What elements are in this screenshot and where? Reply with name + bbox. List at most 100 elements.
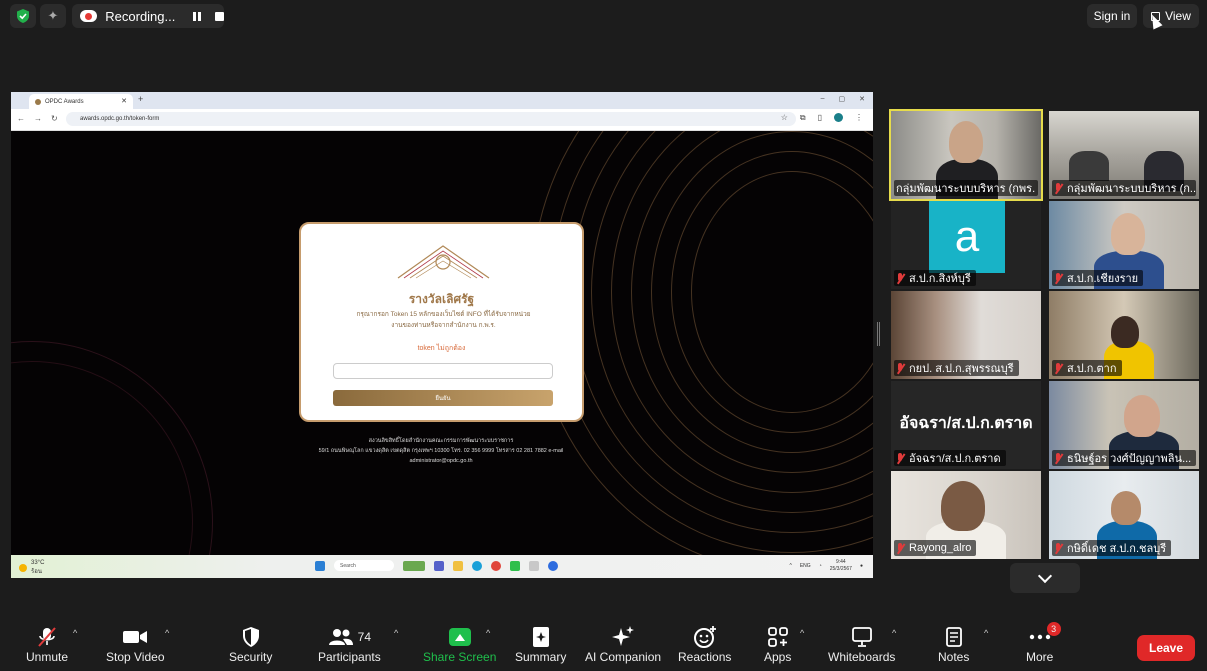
forward-icon[interactable]: → xyxy=(34,114,42,123)
stop-video-button[interactable]: Stop Video xyxy=(106,624,165,664)
browser-toolbar: ← → ↻ awards.opdc.go.th/token-form ☆ ⧉ ▯… xyxy=(11,109,873,131)
wifi-icon[interactable]: ◔ xyxy=(819,563,822,569)
minimize-icon[interactable]: – xyxy=(821,95,825,103)
participant-tile[interactable]: กลุ่มพัฒนาระบบบริหาร (กพร. ... xyxy=(889,109,1043,201)
summary-label: Summary xyxy=(515,650,567,664)
close-tab-icon[interactable]: ✕ xyxy=(121,97,127,105)
address-bar[interactable]: awards.opdc.go.th/token-form xyxy=(66,112,796,126)
gallery-expand-button[interactable] xyxy=(1010,563,1080,593)
reload-icon[interactable]: ↻ xyxy=(51,114,58,123)
tray-lang[interactable]: ENG xyxy=(800,563,811,569)
notes-button[interactable]: Notes xyxy=(938,624,969,664)
summary-button[interactable]: Summary xyxy=(515,624,566,664)
meeting-controls: Unmute ^ Stop Video ^ Security 74 Partic… xyxy=(0,618,1207,671)
tab-title: OPDC Awards xyxy=(45,98,84,105)
audio-options-caret-icon[interactable]: ^ xyxy=(73,628,77,638)
muted-mic-icon xyxy=(896,542,904,554)
menu-icon[interactable]: ⋮ xyxy=(855,113,863,123)
start-icon[interactable] xyxy=(315,560,325,571)
leave-button[interactable]: Leave xyxy=(1137,635,1195,661)
favicon-icon xyxy=(35,98,41,105)
taskbar-search[interactable]: Search xyxy=(334,560,394,571)
unmute-button[interactable]: Unmute xyxy=(26,624,68,664)
zoom-icon[interactable] xyxy=(548,560,558,571)
participant-name: Rayong_alro xyxy=(894,540,977,556)
participants-count: 74 xyxy=(357,630,372,644)
chrome-icon[interactable] xyxy=(491,560,501,571)
maximize-icon[interactable]: ▢ xyxy=(839,95,846,103)
stop-recording-icon[interactable] xyxy=(215,11,224,21)
participant-tile[interactable]: ส.ป.ก.เชียงราย xyxy=(1049,201,1199,289)
participant-tile[interactable]: a ส.ป.ก.สิงห์บุรี xyxy=(891,201,1041,289)
apps-button[interactable]: Apps xyxy=(764,624,791,664)
new-tab-icon[interactable]: + xyxy=(138,94,143,104)
whiteboards-button[interactable]: Whiteboards xyxy=(828,624,895,664)
browser-tab-strip: OPDC Awards ✕ + – ▢ ✕ xyxy=(11,92,873,109)
footer-email: administrator@opdc.go.th xyxy=(409,458,473,464)
card-title: รางวัลเลิศรัฐ xyxy=(408,292,475,306)
muted-mic-icon xyxy=(1054,182,1062,194)
system-tray: ^ ENG ◔ 9:44 25/3/2567 ● xyxy=(789,559,863,573)
participant-avatar: a xyxy=(929,201,1005,273)
participants-label: Participants xyxy=(318,650,381,664)
tray-clock[interactable]: 9:44 25/3/2567 xyxy=(830,559,852,573)
sidepanel-icon[interactable]: ▯ xyxy=(818,113,822,123)
participant-tile[interactable]: กษิดิ์เดช ส.ป.ก.ชลบุรี xyxy=(1049,471,1199,559)
participant-tile[interactable]: กลุ่มพัฒนาระบบบริหาร (ก... xyxy=(1049,111,1199,199)
app-icon[interactable] xyxy=(529,560,539,571)
unmute-label: Unmute xyxy=(26,650,69,664)
video-options-caret-icon[interactable]: ^ xyxy=(165,628,169,638)
window-controls: – ▢ ✕ xyxy=(821,95,865,103)
stop-video-label: Stop Video xyxy=(106,650,165,664)
recording-indicator: Recording... xyxy=(72,4,224,28)
teams-icon[interactable] xyxy=(434,560,444,571)
security-button[interactable]: Security xyxy=(229,624,272,664)
extensions-icon[interactable]: ⧉ xyxy=(800,113,806,123)
tray-chevron-icon[interactable]: ^ xyxy=(789,563,791,569)
sign-in-button[interactable]: Sign in xyxy=(1087,4,1137,28)
participant-name: กลุ่มพัฒนาระบบบริหาร (กพร. ... xyxy=(894,180,1038,196)
browser-tab[interactable]: OPDC Awards ✕ xyxy=(29,94,133,109)
ai-companion-button[interactable]: AI Companion xyxy=(585,624,661,664)
participants-options-caret-icon[interactable]: ^ xyxy=(394,628,398,638)
participant-tile[interactable]: กยป. ส.ป.ก.สุพรรณบุรี xyxy=(891,291,1041,379)
token-input[interactable] xyxy=(333,363,553,379)
encryption-shield-icon[interactable] xyxy=(10,4,36,28)
widgets-icon[interactable] xyxy=(403,560,425,571)
panel-splitter[interactable] xyxy=(877,322,880,346)
apps-options-caret-icon[interactable]: ^ xyxy=(800,628,804,638)
participant-tile[interactable]: ส.ป.ก.ตาก xyxy=(1049,291,1199,379)
apps-label: Apps xyxy=(764,650,792,664)
participant-display-name: อัจฉรา/ส.ป.ก.ตราด xyxy=(899,415,1033,432)
more-button[interactable]: 3 More xyxy=(1026,622,1061,664)
participant-name: กลุ่มพัฒนาระบบบริหาร (ก... xyxy=(1052,180,1196,196)
participant-tile[interactable]: ธนิษฐ์อร วงศ์ปัญญาพลิน... xyxy=(1049,381,1199,469)
participants-icon: 74 xyxy=(328,624,371,650)
share-options-caret-icon[interactable]: ^ xyxy=(486,628,490,638)
muted-mic-icon xyxy=(896,362,904,374)
card-description-line: กรุณากรอก Token 15 หลักของเว็บไซต์ INFO … xyxy=(356,311,531,318)
whiteboards-options-caret-icon[interactable]: ^ xyxy=(892,628,896,638)
muted-mic-icon xyxy=(896,272,904,284)
bookmark-star-icon[interactable]: ☆ xyxy=(781,113,788,123)
close-window-icon[interactable]: ✕ xyxy=(859,95,865,103)
file-explorer-icon[interactable] xyxy=(453,560,463,571)
shared-screen: OPDC Awards ✕ + – ▢ ✕ ← → ↻ awards.opdc.… xyxy=(11,92,873,578)
pause-recording-icon[interactable] xyxy=(193,11,202,21)
web-page: รางวัลเลิศรัฐ กรุณากรอก Token 15 หลักของ… xyxy=(11,131,873,555)
back-icon[interactable]: ← xyxy=(17,114,25,123)
weather-widget[interactable]: 33°C ร้อน xyxy=(19,560,44,576)
notes-options-caret-icon[interactable]: ^ xyxy=(984,628,988,638)
edge-icon[interactable] xyxy=(472,560,482,571)
notification-icon[interactable]: ● xyxy=(860,563,863,569)
reactions-button[interactable]: Reactions xyxy=(678,624,731,664)
line-icon[interactable] xyxy=(510,560,520,571)
confirm-button[interactable]: ยืนยัน xyxy=(333,390,553,406)
participant-name: ส.ป.ก.เชียงราย xyxy=(1052,270,1144,286)
participant-tile[interactable]: Rayong_alro xyxy=(891,471,1041,559)
share-screen-label: Share Screen xyxy=(423,650,497,664)
participants-button[interactable]: 74 Participants xyxy=(318,624,381,664)
profile-avatar[interactable] xyxy=(834,113,843,122)
participant-tile[interactable]: อัจฉรา/ส.ป.ก.ตราด อัจฉรา/ส.ป.ก.ตราด xyxy=(891,381,1041,469)
ai-sparkle-icon[interactable]: ✦ xyxy=(40,4,66,28)
